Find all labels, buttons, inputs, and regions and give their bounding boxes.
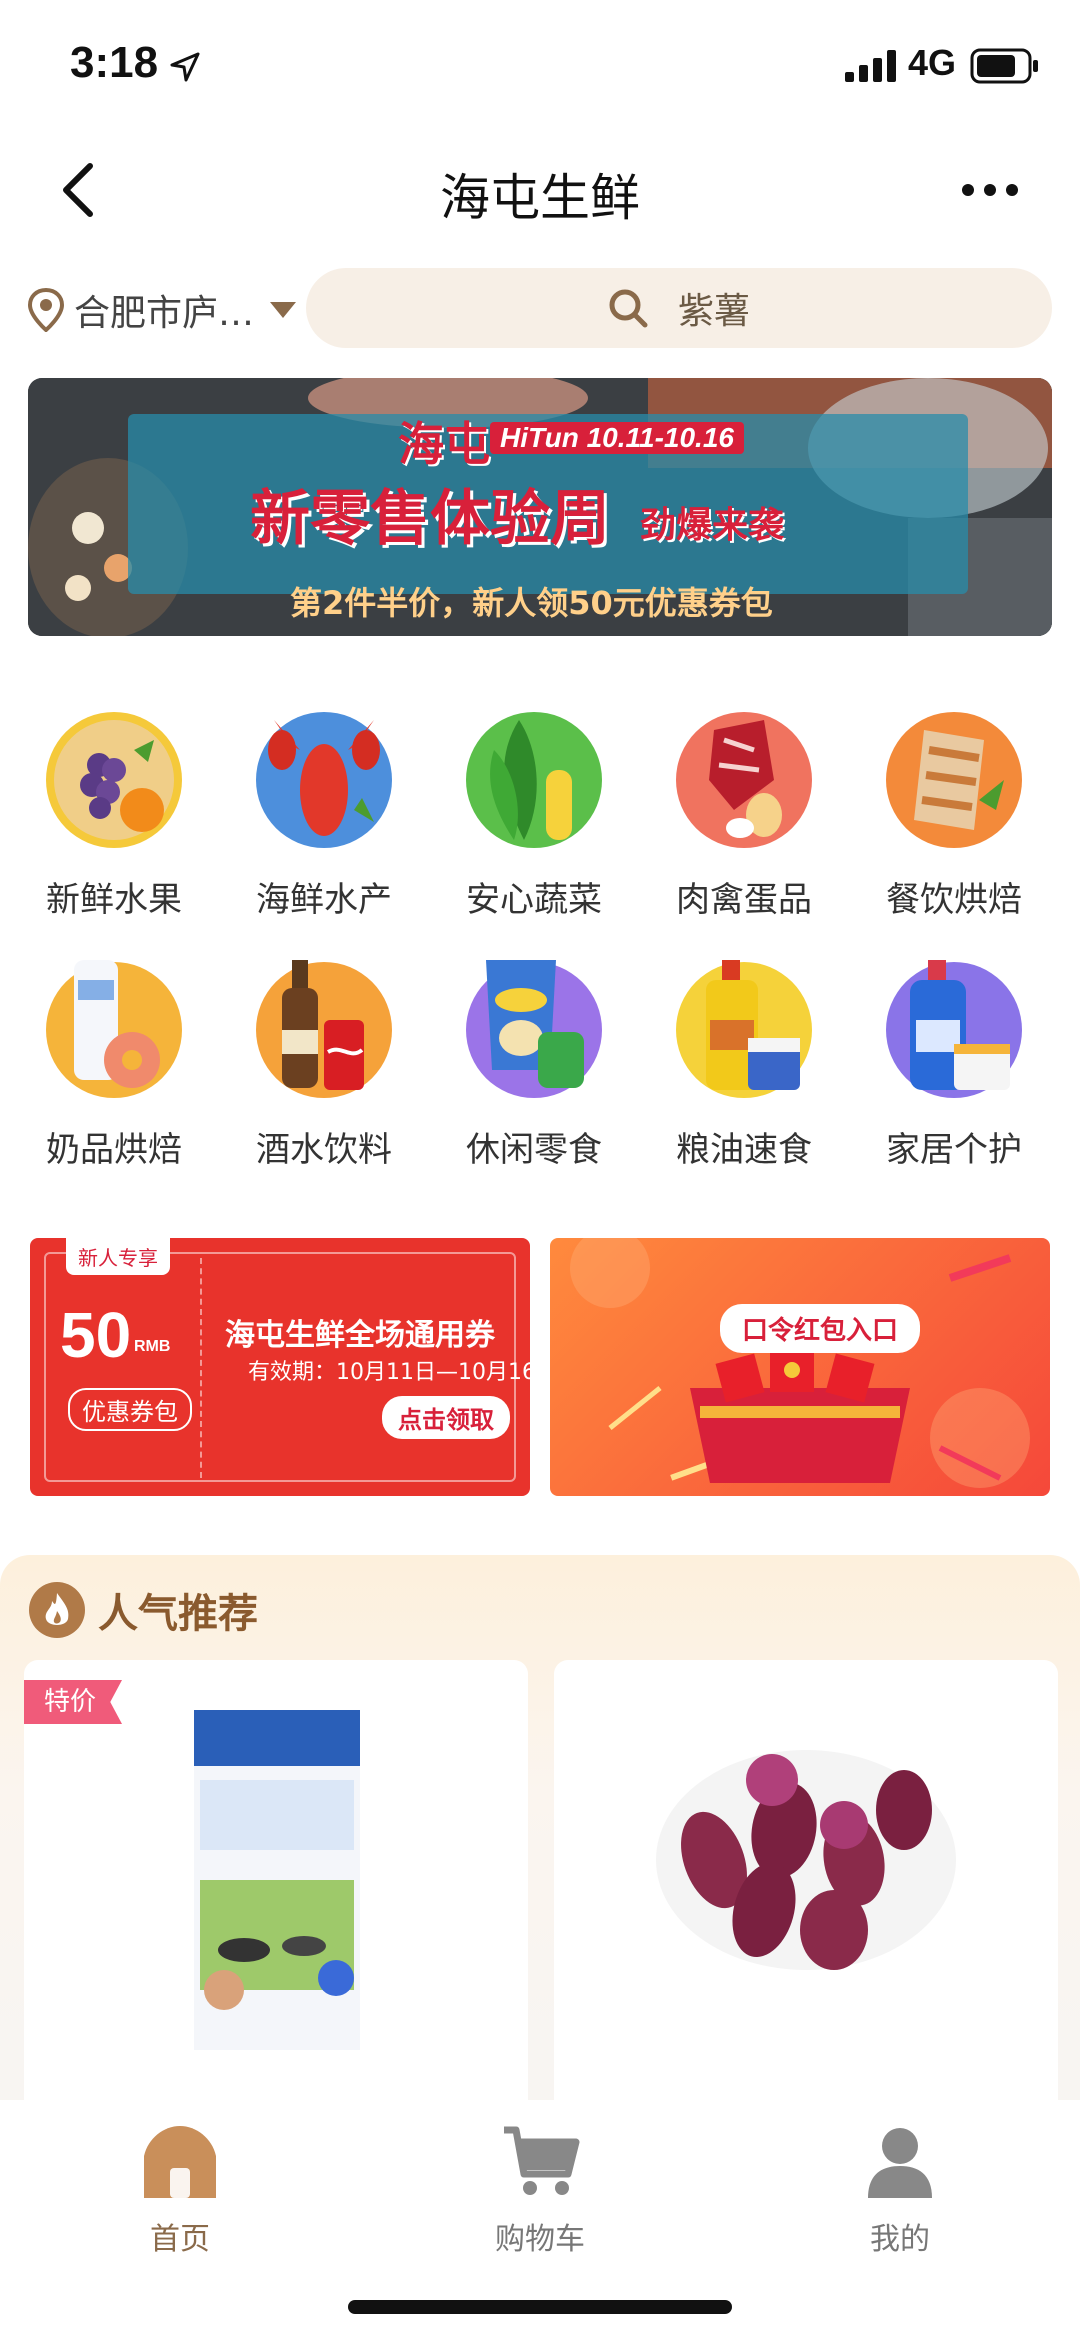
coupon-currency: RMB (134, 1338, 171, 1355)
red-packet-illustration (570, 1238, 1030, 1488)
network-type: 4G (908, 42, 957, 83)
coupon-divider (200, 1258, 202, 1478)
category-label: 新鲜水果 (46, 880, 182, 920)
battery-icon (970, 48, 1038, 84)
category-drinks[interactable]: 酒水饮料 (224, 950, 424, 1180)
status-bar: 3:18 4G (0, 0, 1080, 130)
category-bakery[interactable]: 餐饮烘焙 (854, 700, 1054, 930)
meat-icon (674, 710, 814, 850)
category-vegetable[interactable]: 安心蔬菜 (434, 700, 634, 930)
coupon-pack-label: 优惠券包 (68, 1388, 192, 1431)
caret-down-icon (270, 302, 297, 318)
nav-bar: 海屯生鲜 (0, 130, 1080, 250)
red-packet-promo-card[interactable]: 口令红包入口 (550, 1238, 1050, 1496)
tab-label: 购物车 (495, 2222, 585, 2257)
category-label: 餐饮烘焙 (886, 880, 1022, 920)
coupon-validity: 有效期：10月11日—10月16日 (248, 1360, 530, 1385)
search-placeholder: 紫薯 (677, 291, 750, 332)
tab-label: 首页 (150, 2222, 210, 2257)
category-oil[interactable]: 粮油速食 (644, 950, 844, 1180)
coupon-promo-card[interactable]: 新人专享 50 RMB 优惠券包 海屯生鲜全场通用券 有效期：10月11日—10… (30, 1238, 530, 1496)
bakery-icon (884, 710, 1024, 850)
snacks-icon (464, 960, 604, 1100)
tab-profile[interactable]: 我的 (780, 2110, 1020, 2260)
location-selector[interactable]: 合肥市庐… (26, 275, 297, 345)
category-meat[interactable]: 肉禽蛋品 (644, 700, 844, 930)
home-indicator (348, 2300, 732, 2314)
special-price-tag: 特价 (24, 1680, 123, 1724)
product-card[interactable] (554, 1660, 1058, 2160)
product-card[interactable]: 特价 (24, 1660, 528, 2160)
search-bar[interactable]: 紫薯 (306, 268, 1052, 348)
tab-label: 我的 (870, 2222, 930, 2257)
banner-headline-suffix: 劲爆来袭 (640, 504, 785, 546)
vegetable-icon (464, 710, 604, 850)
harvey-fresh-milk-image (194, 1710, 360, 2050)
coupon-amount: 50 (60, 1299, 132, 1371)
category-fruit[interactable]: 新鲜水果 (14, 700, 214, 930)
banner-date-tag: HiTun 10.11-10.16 (490, 422, 744, 454)
fire-icon (29, 1582, 85, 1638)
category-label: 粮油速食 (676, 1130, 812, 1170)
category-seafood[interactable]: 海鲜水产 (224, 700, 424, 930)
category-label: 酒水饮料 (256, 1130, 392, 1170)
purple-sweet-potato-image (656, 1750, 956, 1970)
banner-subline: 第2件半价，新人领50元优惠券包 (290, 584, 773, 622)
coupon-title: 海屯生鲜全场通用券 (225, 1318, 495, 1353)
home-icon (144, 2126, 216, 2198)
milk-icon (44, 960, 184, 1100)
location-arrow-icon (170, 52, 200, 82)
drinks-icon (254, 960, 394, 1100)
oil-icon (674, 960, 814, 1100)
recommend-title: 人气推荐 (98, 1591, 258, 1637)
claim-coupon-button[interactable]: 点击领取 (382, 1396, 510, 1439)
lobster-icon (254, 710, 394, 850)
more-icon[interactable] (960, 180, 1020, 200)
banner-brand: 海屯 (398, 417, 490, 471)
category-dairy[interactable]: 奶品烘焙 (14, 950, 214, 1180)
cart-icon (504, 2126, 580, 2195)
red-packet-entry-label: 口令红包入口 (720, 1304, 921, 1353)
category-label: 家居个护 (886, 1130, 1022, 1170)
category-label: 海鲜水产 (256, 880, 392, 920)
category-label: 安心蔬菜 (466, 880, 602, 920)
location-text: 合肥市庐… (74, 293, 255, 334)
profile-icon (868, 2128, 932, 2198)
status-time: 3:18 (70, 38, 159, 87)
new-user-tag: 新人专享 (66, 1238, 170, 1275)
category-label: 肉禽蛋品 (676, 880, 812, 920)
recommend-header: 人气推荐 (28, 1580, 258, 1640)
tab-cart[interactable]: 购物车 (420, 2110, 660, 2260)
page-title: 海屯生鲜 (440, 169, 640, 227)
household-icon (884, 960, 1024, 1100)
fruit-icon (44, 710, 184, 850)
banner-headline: 新零售体验周 (250, 484, 610, 554)
tab-home[interactable]: 首页 (60, 2110, 300, 2260)
category-label: 奶品烘焙 (46, 1130, 182, 1170)
category-snacks[interactable]: 休闲零食 (434, 950, 634, 1180)
promo-banner[interactable]: 海屯 HiTun 10.11-10.16 新零售体验周 劲爆来袭 第2件半价，新… (28, 378, 1052, 636)
signal-icon (845, 50, 896, 82)
location-pin-icon (27, 288, 65, 332)
search-icon (609, 289, 648, 328)
category-label: 休闲零食 (466, 1130, 602, 1170)
category-household[interactable]: 家居个护 (854, 950, 1054, 1180)
